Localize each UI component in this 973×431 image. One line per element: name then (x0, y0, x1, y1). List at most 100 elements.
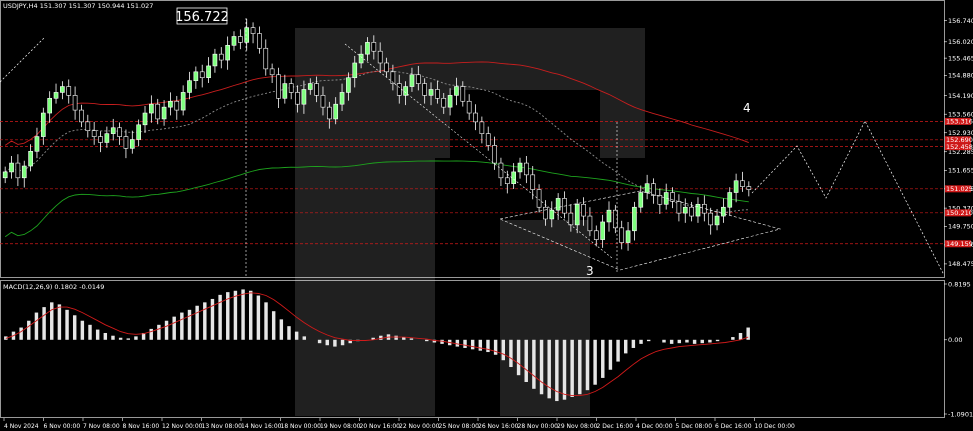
bull-candle (574, 203, 580, 226)
bear-candle (276, 74, 281, 99)
bear-candle (199, 71, 205, 79)
bear-candle (460, 86, 466, 102)
macd-tick-label: 0.8195 (948, 280, 971, 288)
usdjpy-chart: 156.740156.020155.465154.880154.190153.5… (0, 0, 973, 430)
bull-candle (644, 183, 650, 193)
bear-candle (155, 103, 161, 120)
price-tag-label: 152.458 (946, 143, 973, 151)
bear-candle (390, 71, 396, 84)
bull-candle (721, 206, 726, 217)
bull-candle (231, 36, 237, 46)
bull-candle (733, 180, 739, 193)
bear-candle (524, 162, 529, 176)
bull-candle (517, 162, 523, 173)
bull-candle (21, 165, 27, 179)
bull-candle (34, 136, 40, 152)
bull-candle (555, 198, 561, 211)
bear-candle (651, 183, 656, 196)
bull-candle (180, 92, 186, 111)
bear-candle (587, 215, 593, 232)
price-tag-label: 149.159 (946, 240, 973, 248)
x-tick-label: 6 Nov 00:00 (44, 423, 81, 430)
bear-candle (593, 230, 599, 240)
bull-candle (358, 53, 364, 64)
time-axis: 4 Nov 2024 6 Nov 00:00 7 Nov 08:00 8 Nov 16… (3, 418, 795, 430)
x-tick-label: 29 Nov 08:00 (557, 423, 598, 430)
bull-candle (409, 74, 415, 87)
bear-candle (123, 136, 129, 149)
bull-candle (727, 192, 733, 208)
bull-candle (625, 230, 631, 243)
y-tick-label: 148.475 (948, 260, 973, 268)
x-tick-label: 7 Nov 08:00 (83, 423, 120, 430)
bull-candle (212, 53, 218, 67)
x-tick-label: 22 Nov 00:00 (399, 423, 440, 430)
x-tick-label: 4 Dec 00:00 (636, 423, 673, 430)
x-tick-label: 6 Dec 16:00 (715, 423, 752, 430)
bear-candle (568, 212, 574, 226)
y-tick-label: 151.655 (948, 167, 973, 175)
bull-candle (28, 151, 33, 167)
bull-candle (244, 27, 250, 43)
bull-candle (333, 103, 339, 120)
price-tag-label: 150.210 (946, 209, 973, 217)
bear-candle (288, 83, 294, 93)
bear-candle (66, 86, 72, 96)
bear-candle (218, 53, 224, 61)
forecast-path-left (0, 37, 45, 83)
bull-candle (142, 112, 148, 126)
bear-candle (619, 227, 625, 243)
bull-candle (53, 92, 59, 99)
y-tick-label: 149.750 (948, 223, 973, 231)
bull-candle (206, 65, 211, 79)
y-tick-label: 155.465 (948, 54, 973, 62)
x-tick-label: 19 Nov 08:00 (320, 423, 361, 430)
bear-candle (536, 189, 542, 208)
bear-candle (708, 212, 714, 226)
bull-candle (40, 112, 46, 137)
bull-candle (104, 133, 110, 143)
x-tick-label: 12 Nov 00:00 (162, 423, 203, 430)
bull-candle (365, 42, 370, 55)
bear-candle (79, 109, 84, 123)
price-callout-text: 156.722 (175, 10, 229, 25)
bull-candle (714, 215, 720, 226)
price-callout: 156.722 (175, 7, 229, 25)
bear-candle (384, 62, 389, 73)
bear-candle (657, 195, 663, 205)
bull-candle (136, 124, 141, 140)
bear-candle (72, 95, 78, 111)
wave-label-3: 3 (586, 264, 594, 278)
macd-header: MACD(12,26,9) 0.1802 -0.0149 (3, 283, 104, 291)
bear-candle (371, 42, 377, 52)
bear-candle (689, 206, 694, 217)
bear-candle (530, 174, 536, 190)
bull-candle (682, 206, 688, 214)
bull-candle (301, 89, 307, 105)
x-tick-label: 25 Nov 08:00 (439, 423, 480, 430)
bull-candle (168, 100, 173, 108)
bear-candle (85, 121, 91, 131)
bear-candle (295, 92, 300, 105)
x-tick-label: 14 Nov 16:00 (241, 423, 282, 430)
bull-candle (187, 80, 192, 93)
bear-candle (257, 33, 262, 49)
bull-candle (9, 162, 14, 173)
bear-candle (377, 50, 383, 64)
bear-candle (422, 83, 428, 96)
bear-candle (466, 100, 472, 114)
chart-header: USDJPY,H4 151.307 151.307 150.944 151.02… (3, 2, 153, 10)
bear-candle (415, 74, 421, 84)
bull-candle (632, 206, 637, 232)
bull-candle (339, 92, 345, 105)
bear-candle (746, 186, 752, 190)
y-tick-label: 154.190 (948, 92, 973, 100)
forecast-path (751, 120, 945, 276)
price-tag-label: 151.025 (946, 185, 973, 193)
x-tick-label: 8 Nov 16:00 (123, 423, 160, 430)
bull-candle (60, 86, 65, 93)
y-tick-label: 154.880 (948, 72, 973, 80)
bull-candle (403, 86, 408, 96)
bull-candle (447, 95, 453, 108)
bear-candle (485, 133, 491, 146)
